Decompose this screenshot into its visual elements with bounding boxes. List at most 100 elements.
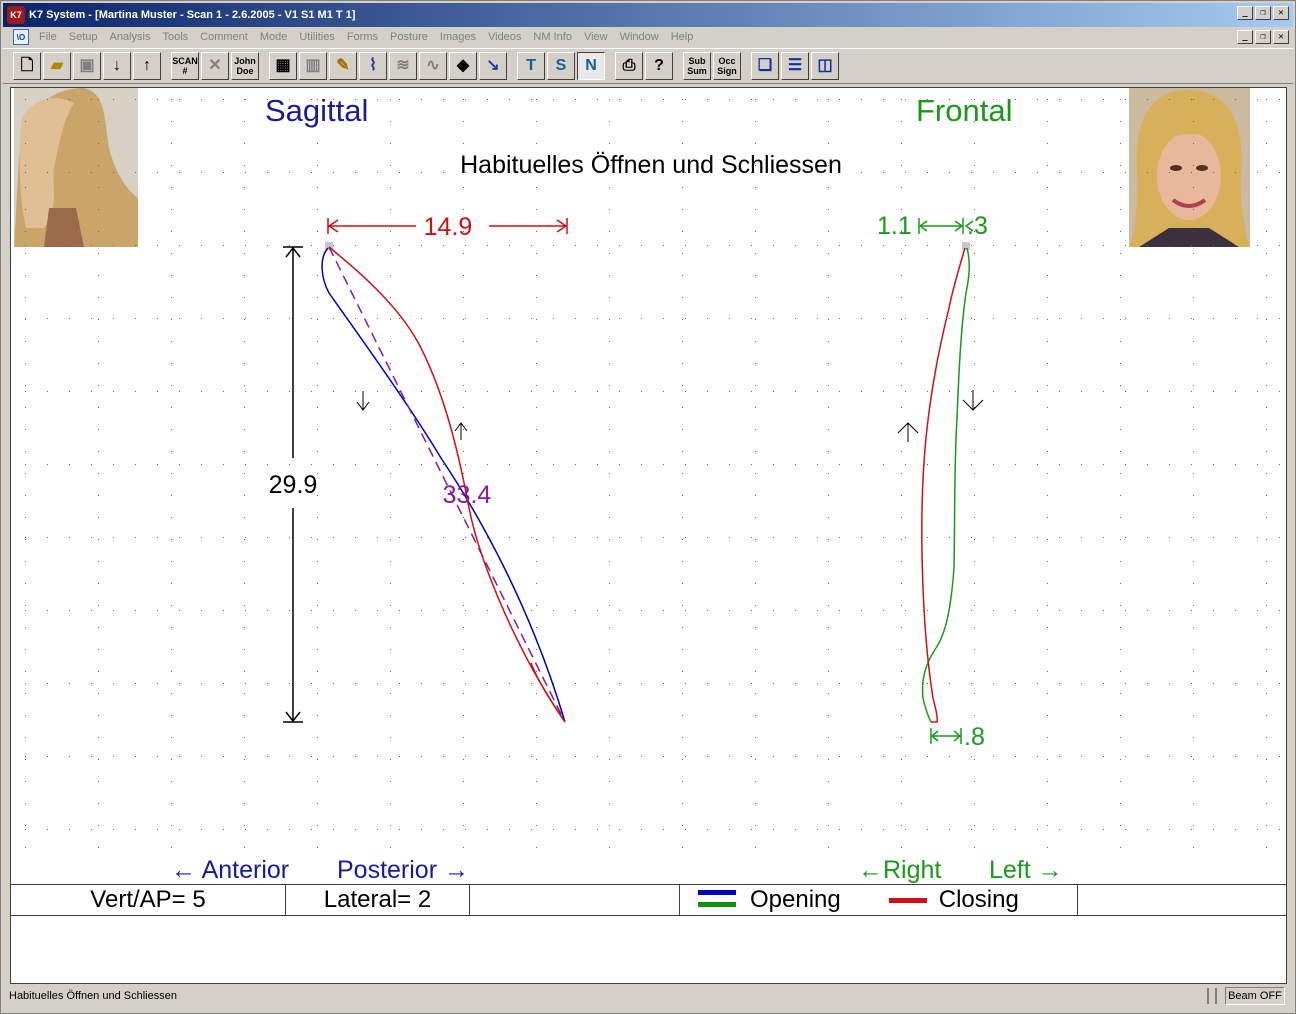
patient-button[interactable]: John Doe	[231, 52, 259, 80]
menu-utilities[interactable]: Utilities	[293, 31, 340, 43]
bar-chart-button[interactable]: ▥	[299, 52, 327, 80]
minimize-button[interactable]: _	[1237, 6, 1253, 20]
view-s-icon: S	[555, 57, 567, 74]
multi-trace-icon: ≋	[396, 57, 410, 74]
right-label: ←Right	[858, 856, 941, 884]
multi-trace-button[interactable]: ≋	[389, 52, 417, 80]
pencil-button[interactable]: ✎	[329, 52, 357, 80]
trace-arrow-button[interactable]: ↘	[479, 52, 507, 80]
cascade-button[interactable]: ❏	[751, 52, 779, 80]
trace-canvas[interactable]: Sagittal Frontal Habituelles Öffnen und …	[10, 87, 1287, 885]
menu-window[interactable]: Window	[614, 31, 665, 43]
status-grip	[1207, 988, 1217, 1004]
wave-icon: ∿	[426, 57, 440, 74]
view-n-button[interactable]: N	[577, 52, 605, 80]
menu-posture[interactable]: Posture	[384, 31, 434, 43]
plot-title: Habituelles Öffnen und Schliessen	[460, 151, 842, 179]
eraser-button[interactable]: ◆	[449, 52, 477, 80]
anterior-label: ← Anterior	[171, 856, 289, 884]
frontal-title: Frontal	[916, 93, 1012, 128]
frontal-top-dimension	[918, 218, 974, 234]
mdi-minimize-button[interactable]: _	[1237, 30, 1253, 44]
tile-horizontal-icon: ☰	[787, 57, 803, 74]
print-button[interactable]: ⎙	[615, 52, 643, 80]
trace-arrow-icon: ↘	[486, 57, 500, 74]
sub-sum-label: Sub Sum	[687, 56, 707, 76]
close-button[interactable]: ✕	[1273, 6, 1289, 20]
frontal-top-left-value: 1.1	[877, 212, 912, 240]
beam-status: Beam OFF	[1225, 987, 1285, 1005]
pencil-icon: ✎	[336, 57, 350, 74]
sagittal-horizontal-value: 14.9	[424, 213, 473, 241]
menu-nm-info[interactable]: NM Info	[527, 31, 578, 43]
menu-help[interactable]: Help	[665, 31, 700, 43]
tile-horizontal-button[interactable]: ☰	[781, 52, 809, 80]
menu-forms[interactable]: Forms	[341, 31, 384, 43]
sagittal-title: Sagittal	[265, 93, 368, 128]
table-view-button[interactable]: ▦	[269, 52, 297, 80]
status-bar: Habituelles Öffnen und Schliessen Beam O…	[3, 986, 1293, 1006]
view-n-icon: N	[585, 57, 597, 74]
menu-setup[interactable]: Setup	[63, 31, 104, 43]
restore-button[interactable]: ❐	[1255, 6, 1271, 20]
frontal-closing-trace	[921, 247, 966, 723]
document-icon[interactable]: \O	[13, 29, 29, 45]
arrow-up-icon: ↑	[143, 57, 151, 74]
legend-bar: Vert/AP= 5 Lateral= 2 Opening Closing	[10, 884, 1287, 916]
tile-vertical-icon: ◫	[817, 57, 833, 74]
frontal-bottom-value: .8	[964, 723, 985, 751]
frontal-down-arrow-icon	[962, 390, 984, 411]
mdi-restore-button[interactable]: ❐	[1255, 30, 1271, 44]
title-bar[interactable]: K7 K7 System - [Martina Muster - Scan 1 …	[3, 3, 1293, 27]
new-file-icon: 🗋	[20, 57, 34, 74]
help-pointer-button[interactable]: ?	[645, 52, 673, 80]
app-logo-icon[interactable]: K7	[7, 6, 25, 24]
vert-ap-scale: Vert/AP= 5	[11, 885, 286, 915]
occ-sign-label: Occ Sign	[717, 56, 737, 76]
tile-vertical-button[interactable]: ◫	[811, 52, 839, 80]
move-down-button[interactable]: ↓	[103, 52, 131, 80]
table-icon: ▦	[275, 57, 291, 74]
move-up-button[interactable]: ↑	[133, 52, 161, 80]
new-file-button[interactable]: 🗋	[13, 52, 41, 80]
mdi-close-button[interactable]: ✕	[1273, 30, 1289, 44]
cascade-icon: ❏	[757, 57, 773, 74]
menu-comment[interactable]: Comment	[194, 31, 254, 43]
menu-analysis[interactable]: Analysis	[103, 31, 156, 43]
status-text: Habituelles Öffnen und Schliessen	[9, 990, 177, 1002]
disk-icon: ▣	[79, 57, 95, 74]
open-folder-button[interactable]: ▰	[43, 52, 71, 80]
occ-sign-button[interactable]: Occ Sign	[713, 52, 741, 80]
window-title: K7 System - [Martina Muster - Scan 1 - 2…	[29, 9, 356, 21]
scan-label: SCAN #	[172, 56, 198, 76]
closing-label: Closing	[938, 886, 1019, 913]
sagittal-vertical-value: 29.9	[269, 471, 318, 499]
sagittal-up-arrow-icon	[454, 422, 468, 440]
dot-grid	[25, 99, 1280, 848]
menu-view[interactable]: View	[578, 31, 614, 43]
save-button[interactable]: ▣	[73, 52, 101, 80]
cross-icon: ✕	[208, 57, 222, 74]
opening-swatch	[698, 890, 736, 907]
trace-plot: Sagittal Frontal Habituelles Öffnen und …	[25, 93, 1280, 884]
printer-icon: ⎙	[622, 57, 636, 74]
menu-images[interactable]: Images	[434, 31, 482, 43]
toolbar: 🗋 ▰ ▣ ↓ ↑ SCAN # ✕ John Doe ▦ ▥ ✎ ⌇ ≋ ∿ …	[3, 48, 1293, 84]
view-t-button[interactable]: T	[517, 52, 545, 80]
lower-pane	[10, 916, 1287, 984]
menu-bar: \O File Setup Analysis Tools Comment Mod…	[3, 27, 1293, 47]
wave-button[interactable]: ∿	[419, 52, 447, 80]
vert-trace-button[interactable]: ⌇	[359, 52, 387, 80]
cross-tool-button[interactable]: ✕	[201, 52, 229, 80]
frontal-bottom-dimension	[930, 728, 962, 744]
menu-mode[interactable]: Mode	[254, 31, 294, 43]
sub-sum-button[interactable]: Sub Sum	[683, 52, 711, 80]
vert-trace-icon: ⌇	[369, 57, 377, 74]
view-s-button[interactable]: S	[547, 52, 575, 80]
menu-file[interactable]: File	[33, 31, 63, 43]
app-window: K7 K7 System - [Martina Muster - Scan 1 …	[0, 0, 1296, 1014]
scan-button[interactable]: SCAN #	[171, 52, 199, 80]
closing-swatch	[888, 898, 927, 903]
menu-tools[interactable]: Tools	[156, 31, 194, 43]
menu-videos[interactable]: Videos	[482, 31, 527, 43]
